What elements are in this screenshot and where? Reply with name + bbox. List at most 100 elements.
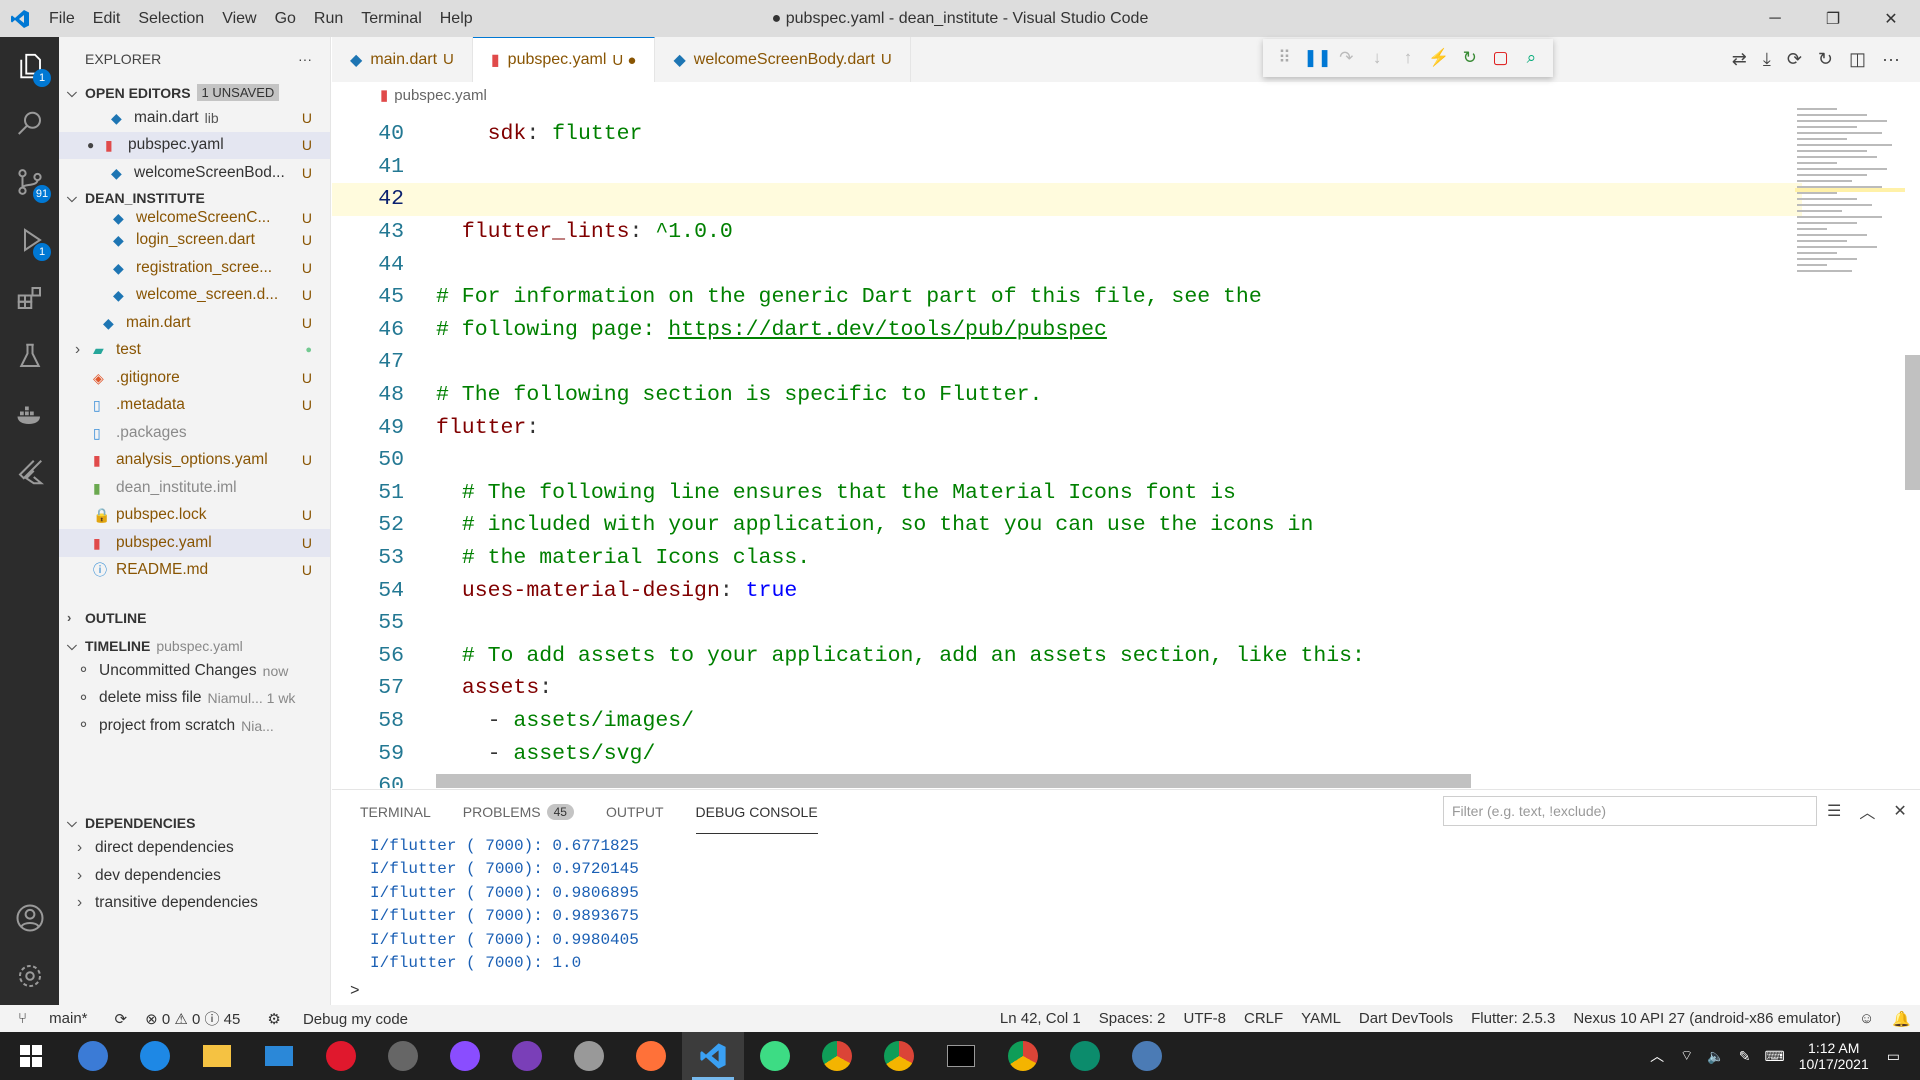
sync-icon[interactable]: ⟳ (1787, 49, 1802, 70)
open-editor-item[interactable]: ◆ main.dart lib U (59, 104, 330, 132)
hot-reload-icon[interactable]: ⚡ (1427, 48, 1451, 68)
menu-view[interactable]: View (213, 0, 265, 37)
tree-item[interactable]: ◆ registration_scree... U (59, 254, 330, 282)
download-icon[interactable]: ⤓ (1763, 49, 1771, 70)
step-out-icon[interactable]: ↑ (1396, 48, 1420, 68)
tab-debug-console[interactable]: DEBUG CONSOLE (695, 790, 818, 834)
chrome-icon[interactable] (806, 1032, 868, 1080)
tree-item[interactable]: ◆ main.dart U (59, 309, 330, 337)
cursor-position[interactable]: Ln 42, Col 1 (991, 1010, 1090, 1027)
minimize-icon[interactable]: ─ (1746, 0, 1804, 37)
tree-item[interactable]: ◈ .gitignore U (59, 364, 330, 392)
menu-go[interactable]: Go (266, 0, 305, 37)
clock[interactable]: 1:12 AM 10/17/2021 (1799, 1040, 1869, 1072)
tree-item[interactable]: ◆ welcome_screen.d... U (59, 282, 330, 310)
explorer-icon[interactable]: 1 (0, 37, 59, 95)
menu-file[interactable]: File (40, 0, 84, 37)
feedback-icon[interactable]: ☺ (1850, 1010, 1883, 1027)
search-icon[interactable] (0, 95, 59, 153)
timeline-section[interactable]: ⌵ TIMELINE pubspec.yaml (59, 634, 330, 657)
end-of-line[interactable]: CRLF (1235, 1010, 1292, 1027)
code-line[interactable]: 52 # included with your application, so … (332, 509, 1802, 542)
tree-item[interactable]: ◆ login_screen.dart U (59, 227, 330, 255)
tree-item[interactable]: ▮ analysis_options.yaml U (59, 447, 330, 475)
source-control-icon[interactable]: 91 (0, 153, 59, 211)
chrome-icon-2[interactable] (868, 1032, 930, 1080)
problems-status[interactable]: ⊗ 0 ⚠ 0 ⓘ 45 (136, 1008, 249, 1029)
volume-icon[interactable]: 🔈 (1707, 1048, 1724, 1065)
tree-item[interactable]: ▮ pubspec.yaml U (59, 529, 330, 557)
device-selector[interactable]: Nexus 10 API 27 (android-x86 emulator) (1564, 1010, 1850, 1027)
file-explorer-icon[interactable] (186, 1032, 248, 1080)
encoding[interactable]: UTF-8 (1175, 1010, 1236, 1027)
language-mode[interactable]: YAML (1292, 1010, 1350, 1027)
code-line[interactable]: 53 # the material Icons class. (332, 542, 1802, 575)
terminal-icon[interactable] (930, 1032, 992, 1080)
code-line[interactable]: 56 # To add assets to your application, … (332, 640, 1802, 673)
menu-edit[interactable]: Edit (84, 0, 130, 37)
code-line[interactable]: 47 (332, 346, 1802, 379)
windows-start-icon[interactable] (0, 1032, 62, 1080)
outline-section[interactable]: › OUTLINE (59, 606, 330, 629)
tab-terminal[interactable]: TERMINAL (360, 790, 431, 834)
sync-status-icon[interactable]: ⟳ (106, 1010, 137, 1028)
project-section[interactable]: ⌵ DEAN_INSTITUTE (59, 187, 330, 210)
debug-status[interactable]: ⚙ Debug my code (249, 1010, 426, 1028)
tree-item[interactable]: ▯ .packages (59, 419, 330, 447)
firefox-icon[interactable] (620, 1032, 682, 1080)
code-line[interactable]: 40 sdk: flutter (332, 118, 1802, 151)
github-desktop-icon[interactable] (496, 1032, 558, 1080)
restore-icon[interactable]: ❐ (1804, 0, 1862, 37)
code-line[interactable]: 54 uses-material-design: true (332, 574, 1802, 607)
breadcrumb-file[interactable]: pubspec.yaml (394, 87, 487, 104)
stop-icon[interactable]: ▢ (1489, 48, 1513, 68)
notifications-icon[interactable]: 🔔 (1883, 1010, 1920, 1028)
code-line[interactable]: 59 - assets/svg/ (332, 737, 1802, 770)
horizontal-scrollbar[interactable] (436, 774, 1471, 788)
clear-console-icon[interactable]: ☰ (1827, 801, 1841, 821)
opera-icon[interactable] (310, 1032, 372, 1080)
code-line[interactable]: 58 - assets/images/ (332, 705, 1802, 738)
code-line[interactable]: 41 (332, 151, 1802, 184)
pen-icon[interactable]: ✎ (1739, 1048, 1751, 1065)
code-line[interactable]: 50 (332, 444, 1802, 477)
code-line[interactable]: 44 (332, 248, 1802, 281)
menu-help[interactable]: Help (431, 0, 482, 37)
extensions-icon[interactable] (0, 269, 59, 327)
editor-tab[interactable]: ◆ main.dart U (332, 37, 473, 82)
docker-icon[interactable] (0, 385, 59, 443)
branch-status[interactable]: ⑂ main* (0, 1010, 106, 1027)
code-line[interactable]: 55 (332, 607, 1802, 640)
timeline-item[interactable]: ⚬ Uncommitted Changes now (59, 657, 330, 685)
open-editor-item[interactable]: ◆ welcomeScreenBod... U (59, 159, 330, 187)
app-icon[interactable] (558, 1032, 620, 1080)
breadcrumb[interactable]: ▮ pubspec.yaml (332, 82, 1920, 108)
restart-icon[interactable]: ↻ (1458, 48, 1482, 68)
dependency-group[interactable]: › direct dependencies (59, 835, 330, 863)
run-debug-icon[interactable]: 1 (0, 211, 59, 269)
vscode-taskbar-icon[interactable] (682, 1032, 744, 1080)
close-panel-icon[interactable]: ✕ (1893, 801, 1906, 821)
vertical-scrollbar[interactable] (1905, 355, 1920, 490)
more-actions-icon[interactable]: ··· (298, 51, 312, 67)
console-prompt[interactable]: > (332, 979, 1920, 1003)
account-icon[interactable] (0, 889, 59, 947)
code-line[interactable]: 43 flutter_lints: ^1.0.0 (332, 216, 1802, 249)
code-line[interactable]: 46 # following page: https://dart.dev/too… (332, 314, 1802, 347)
flutter-icon[interactable] (0, 443, 59, 501)
compare-icon[interactable]: ⇄ (1732, 49, 1747, 70)
open-editor-item[interactable]: ● ▮ pubspec.yaml U (59, 131, 330, 159)
flutter-version[interactable]: Flutter: 2.5.3 (1462, 1010, 1564, 1027)
pause-icon[interactable]: ❚❚ (1303, 48, 1332, 68)
tree-item[interactable]: ▯ .metadata U (59, 392, 330, 420)
dependency-group[interactable]: › dev dependencies (59, 862, 330, 890)
code-line[interactable]: 57 assets: (332, 672, 1802, 705)
tree-item[interactable]: ◆ welcomeScreenC... U (59, 210, 330, 227)
tree-item[interactable]: ▮ dean_institute.iml (59, 474, 330, 502)
app-icon-2[interactable] (1054, 1032, 1116, 1080)
code-line[interactable]: 42 (332, 183, 1802, 216)
chrome-icon-3[interactable] (992, 1032, 1054, 1080)
code-line[interactable]: 49 flutter: (332, 411, 1802, 444)
testing-icon[interactable] (0, 327, 59, 385)
split-editor-icon[interactable]: ◫ (1849, 49, 1866, 70)
